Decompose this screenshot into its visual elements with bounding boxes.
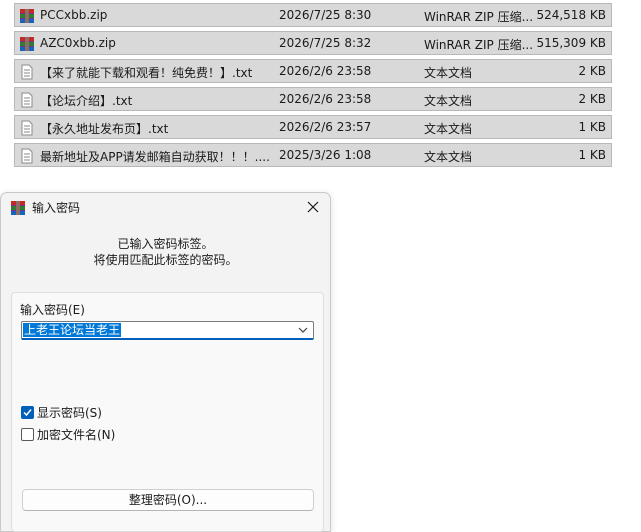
- show-password-label: 显示密码(S): [37, 406, 102, 420]
- dialog-message-line1: 已输入密码标签。: [117, 237, 214, 251]
- encrypt-filenames-checkbox[interactable]: 加密文件名(N): [21, 426, 115, 443]
- password-dialog: 输入密码 已输入密码标签。 将使用匹配此标签的密码。 输入密码(E) 上老王论坛…: [0, 192, 331, 532]
- file-name: 【永久地址发布页】.txt: [40, 122, 169, 136]
- winrar-zip-icon: [20, 9, 34, 23]
- file-date: 2026/2/6 23:58: [279, 92, 372, 106]
- text-file-icon: [21, 120, 33, 136]
- file-type: 文本文档: [424, 150, 473, 164]
- file-name: AZC0xbb.zip: [40, 36, 116, 50]
- dialog-titlebar[interactable]: 输入密码: [1, 193, 330, 221]
- text-file-icon: [21, 148, 33, 164]
- encrypt-filenames-label: 加密文件名(N): [37, 428, 116, 442]
- winrar-app-icon: [11, 201, 25, 215]
- dialog-message-line2: 将使用匹配此标签的密码。: [93, 253, 238, 267]
- file-date: 2026/7/25 8:32: [279, 36, 372, 50]
- file-name: PCCxbb.zip: [40, 8, 108, 22]
- text-file-icon: [21, 64, 33, 80]
- file-date: 2026/2/6 23:57: [279, 120, 372, 134]
- file-date: 2026/7/25 8:30: [279, 8, 372, 22]
- show-password-checkbox[interactable]: 显示密码(S): [21, 404, 102, 421]
- file-size: 515,309 KB: [536, 36, 606, 50]
- file-row[interactable]: 【来了就能下载和观看！纯免费！】.txt 2026/2/6 23:58 文本文档…: [14, 59, 612, 83]
- chevron-down-icon[interactable]: [297, 324, 309, 336]
- file-size: 1 KB: [578, 148, 606, 162]
- file-date: 2025/3/26 1:08: [279, 148, 372, 162]
- file-row[interactable]: PCCxbb.zip 2026/7/25 8:30 WinRAR ZIP 压缩.…: [14, 3, 612, 27]
- checkbox-checked-icon[interactable]: [21, 406, 34, 419]
- password-input[interactable]: 上老王论坛当老王: [23, 323, 122, 337]
- file-size: 524,518 KB: [536, 8, 606, 22]
- file-name: 最新地址及APP请发邮箱自动获取！！！....: [40, 150, 270, 164]
- file-row[interactable]: 最新地址及APP请发邮箱自动获取！！！.... 2025/3/26 1:08 文…: [14, 143, 612, 167]
- file-type: WinRAR ZIP 压缩...: [424, 38, 534, 52]
- file-size: 1 KB: [578, 120, 606, 134]
- file-row[interactable]: 【永久地址发布页】.txt 2026/2/6 23:57 文本文档 1 KB: [14, 115, 612, 139]
- file-row[interactable]: 【论坛介绍】.txt 2026/2/6 23:58 文本文档 2 KB: [14, 87, 612, 111]
- file-name: 【来了就能下载和观看！纯免费！】.txt: [40, 66, 253, 80]
- password-label: 输入密码(E): [20, 303, 85, 317]
- file-type: 文本文档: [424, 122, 473, 136]
- file-size: 2 KB: [578, 64, 606, 78]
- organize-passwords-button[interactable]: 整理密码(O)...: [22, 489, 314, 511]
- file-name: 【论坛介绍】.txt: [40, 94, 133, 108]
- password-combobox[interactable]: 上老王论坛当老王: [21, 321, 314, 340]
- file-type: 文本文档: [424, 94, 473, 108]
- file-date: 2026/2/6 23:58: [279, 64, 372, 78]
- close-button[interactable]: [298, 195, 328, 219]
- dialog-title: 输入密码: [32, 201, 81, 215]
- text-file-icon: [21, 92, 33, 108]
- file-type: WinRAR ZIP 压缩...: [424, 10, 534, 24]
- file-row[interactable]: AZC0xbb.zip 2026/7/25 8:32 WinRAR ZIP 压缩…: [14, 31, 612, 55]
- checkbox-unchecked-icon[interactable]: [21, 428, 34, 441]
- winrar-zip-icon: [20, 37, 34, 51]
- file-type: 文本文档: [424, 66, 473, 80]
- close-icon: [307, 201, 319, 213]
- file-size: 2 KB: [578, 92, 606, 106]
